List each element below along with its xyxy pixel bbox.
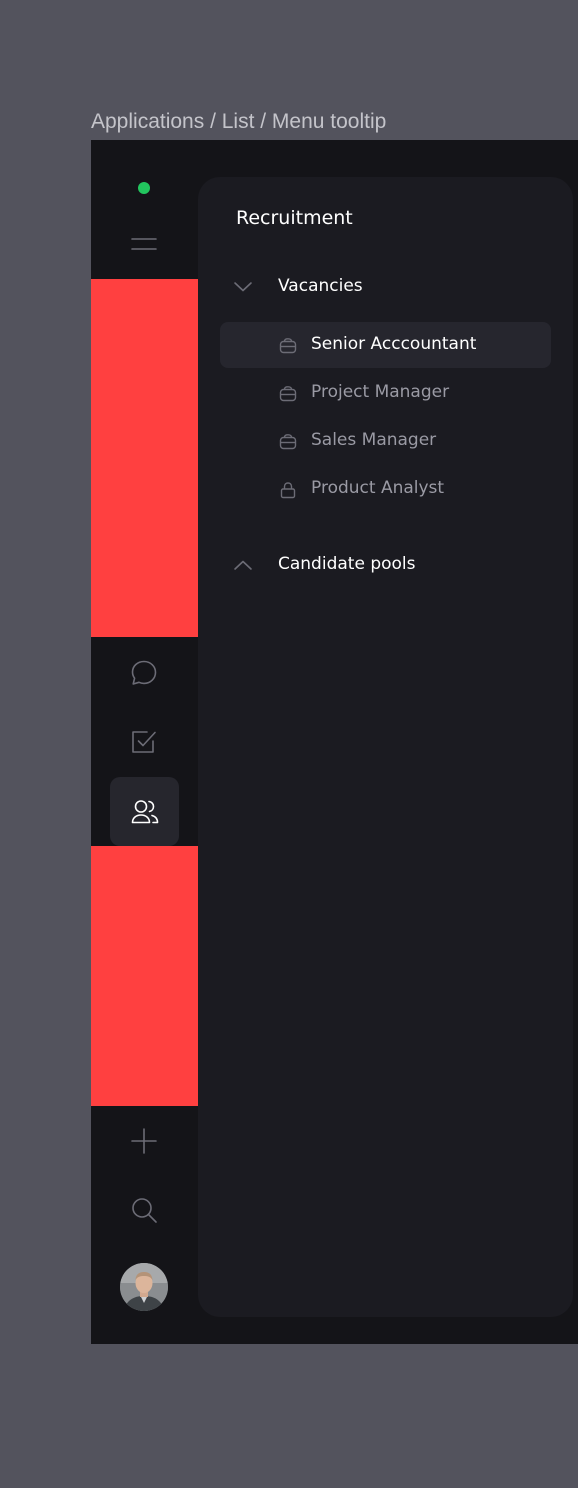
panel-title: Recruitment: [236, 207, 353, 229]
menu-icon[interactable]: [122, 222, 166, 266]
group-label: Vacancies: [278, 276, 363, 296]
breadcrumb: Applications / List / Menu tooltip: [91, 110, 387, 133]
users-icon[interactable]: [110, 777, 179, 846]
item-label: Sales Manager: [311, 430, 437, 450]
checkbox-icon[interactable]: [122, 720, 166, 764]
item-label: Project Manager: [311, 382, 450, 402]
lock-icon: [279, 481, 297, 499]
chevron-down-icon: [233, 277, 253, 297]
group-header-candidate-pools[interactable]: Candidate pools: [198, 545, 573, 585]
placeholder-block-bottom: [91, 846, 198, 1106]
avatar[interactable]: [120, 1263, 168, 1311]
item-label: Product Analyst: [311, 478, 445, 498]
list-item-product-analyst[interactable]: Product Analyst: [220, 466, 551, 512]
plus-icon[interactable]: [122, 1119, 166, 1163]
left-rail: [91, 140, 198, 1344]
app-frame: Recruitment Vacancies Senior Acccountant: [91, 140, 578, 1344]
group-label: Candidate pools: [278, 554, 416, 574]
chat-icon[interactable]: [122, 651, 166, 695]
chevron-up-icon: [233, 555, 253, 575]
item-label: Senior Acccountant: [311, 334, 477, 354]
group-header-vacancies[interactable]: Vacancies: [198, 267, 573, 307]
list-item-sales-manager[interactable]: Sales Manager: [220, 418, 551, 464]
briefcase-icon: [279, 337, 297, 355]
briefcase-icon: [279, 433, 297, 451]
status-dot: [138, 182, 150, 194]
list-item-project-manager[interactable]: Project Manager: [220, 370, 551, 416]
placeholder-block-top: [91, 279, 198, 637]
list-item-senior-accountant[interactable]: Senior Acccountant: [220, 322, 551, 368]
search-icon[interactable]: [122, 1188, 166, 1232]
navigation-panel: Recruitment Vacancies Senior Acccountant: [198, 177, 573, 1317]
briefcase-icon: [279, 385, 297, 403]
